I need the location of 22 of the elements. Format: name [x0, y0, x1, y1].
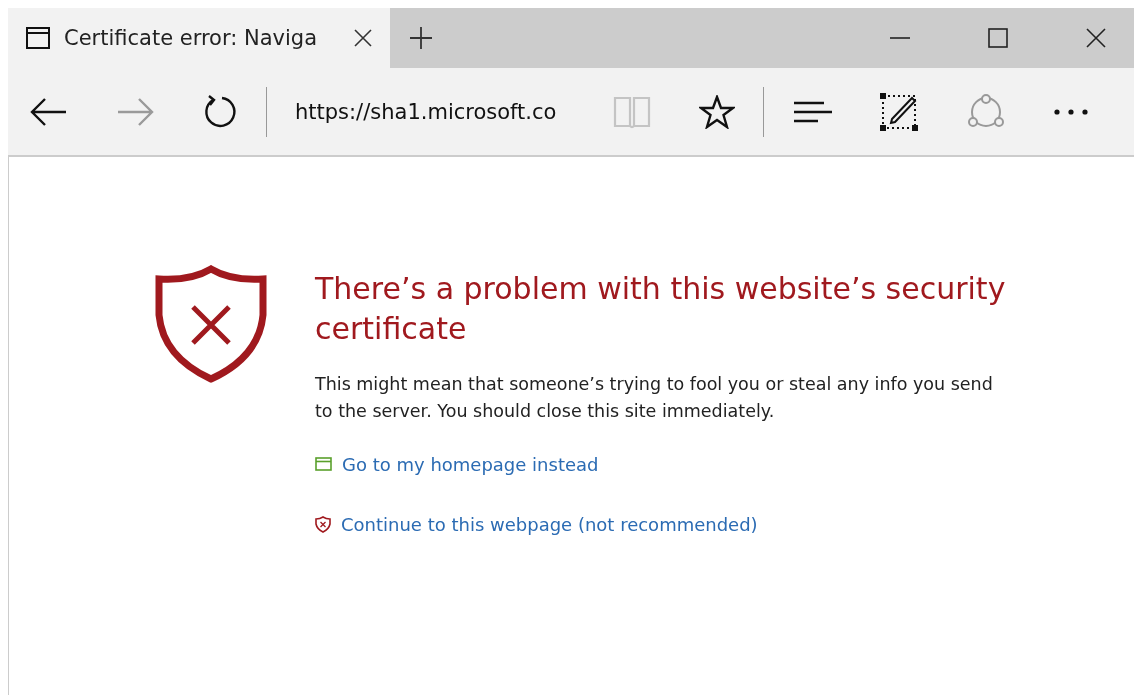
refresh-icon[interactable] [202, 93, 238, 130]
star-icon[interactable] [699, 94, 735, 129]
error-heading: There’s a problem with this website’s security certificate [315, 270, 1007, 348]
more-icon[interactable] [1054, 108, 1088, 115]
window-icon [315, 457, 332, 471]
maximize-icon[interactable] [988, 28, 1008, 48]
pencil-icon[interactable] [880, 92, 918, 131]
error-message: This might mean that someone’s trying to fool you or steal any info you send to the server. You should close this site immediately. [315, 373, 994, 423]
new-tab-icon[interactable] [410, 27, 432, 49]
back-icon[interactable] [30, 96, 68, 127]
link[interactable]: Continue to this webpage (not recommended) [341, 513, 758, 535]
link[interactable]: Go to my homepage instead [342, 453, 599, 475]
close-tab-icon[interactable] [354, 29, 372, 47]
browser-tab[interactable]: Certificate error: Naviga [8, 8, 390, 68]
page-icon [26, 27, 50, 49]
close-icon[interactable] [1086, 28, 1106, 48]
minimize-icon[interactable] [890, 36, 910, 40]
shield-icon [315, 515, 331, 533]
menu-icon[interactable] [792, 100, 832, 123]
address-field[interactable]: https://sha1.microsoft.co [295, 99, 579, 124]
shield-error-icon [155, 265, 267, 383]
share-icon[interactable] [966, 93, 1006, 130]
